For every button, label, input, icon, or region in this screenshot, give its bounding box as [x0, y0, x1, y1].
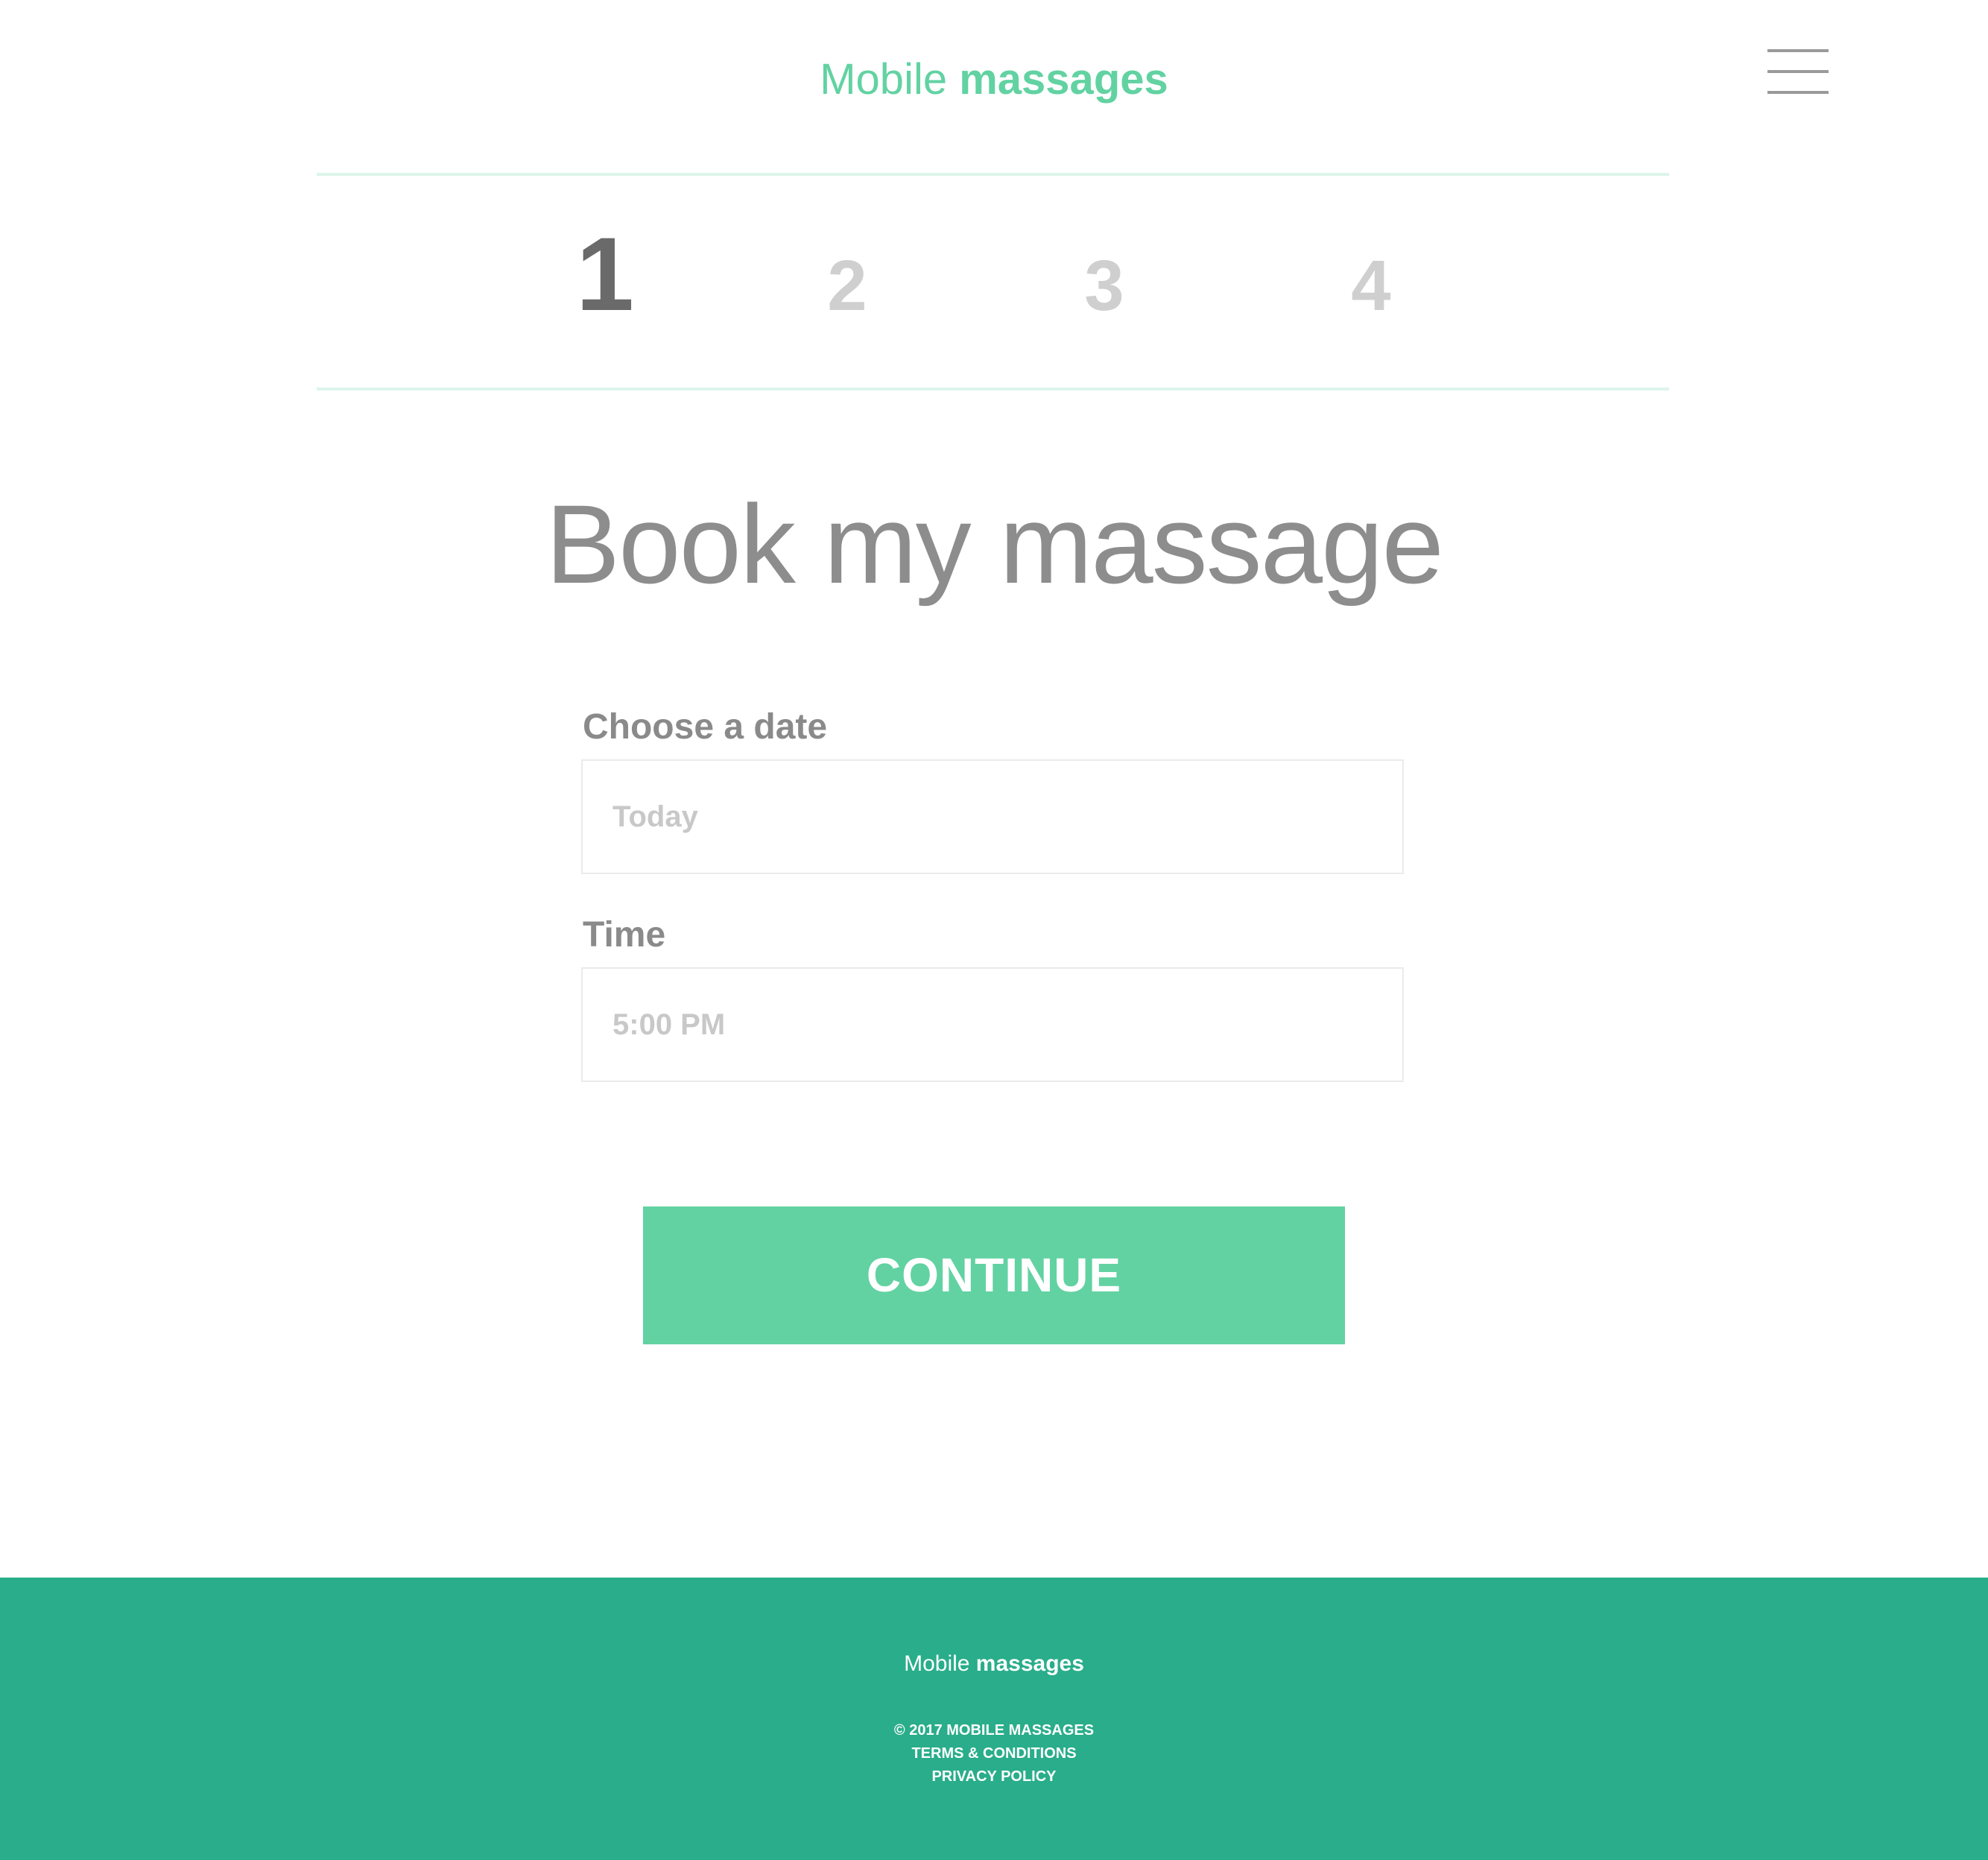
steps-top-divider [317, 173, 1669, 176]
date-input-placeholder: Today [612, 800, 698, 833]
footer-logo[interactable]: Mobile massages [0, 1649, 1988, 1679]
menu-bar-top [1767, 49, 1829, 52]
continue-button[interactable]: CONTINUE [643, 1206, 1345, 1344]
footer: Mobile massages © 2017 MOBILE MASSAGES T… [0, 1578, 1988, 1860]
footer-privacy-link[interactable]: PRIVACY POLICY [0, 1765, 1988, 1788]
steps-bottom-divider [317, 388, 1669, 390]
logo-word-bold: massages [959, 55, 1168, 104]
date-field-label: Choose a date [583, 707, 828, 747]
time-input[interactable]: 5:00 PM [581, 967, 1404, 1082]
site-logo[interactable]: Mobile massages [0, 46, 1988, 113]
step-2[interactable]: 2 [795, 234, 899, 338]
step-1[interactable]: 1 [553, 222, 657, 326]
step-4[interactable]: 4 [1319, 234, 1423, 338]
footer-logo-word-light: Mobile [904, 1651, 970, 1676]
step-3[interactable]: 3 [1052, 234, 1156, 338]
logo-word-light: Mobile [820, 55, 948, 104]
page-title: Book my massage [545, 481, 1444, 607]
footer-links: © 2017 MOBILE MASSAGES TERMS & CONDITION… [0, 1719, 1988, 1788]
menu-bar-middle [1767, 70, 1829, 73]
footer-logo-word-bold: massages [975, 1651, 1084, 1676]
footer-terms-link[interactable]: TERMS & CONDITIONS [0, 1742, 1988, 1765]
time-input-placeholder: 5:00 PM [612, 1008, 726, 1041]
date-input[interactable]: Today [581, 759, 1404, 874]
hamburger-menu-icon[interactable] [1764, 42, 1830, 106]
time-field-label: Time [583, 915, 666, 955]
footer-copyright: © 2017 MOBILE MASSAGES [893, 1722, 1095, 1739]
menu-bar-bottom [1767, 91, 1829, 94]
